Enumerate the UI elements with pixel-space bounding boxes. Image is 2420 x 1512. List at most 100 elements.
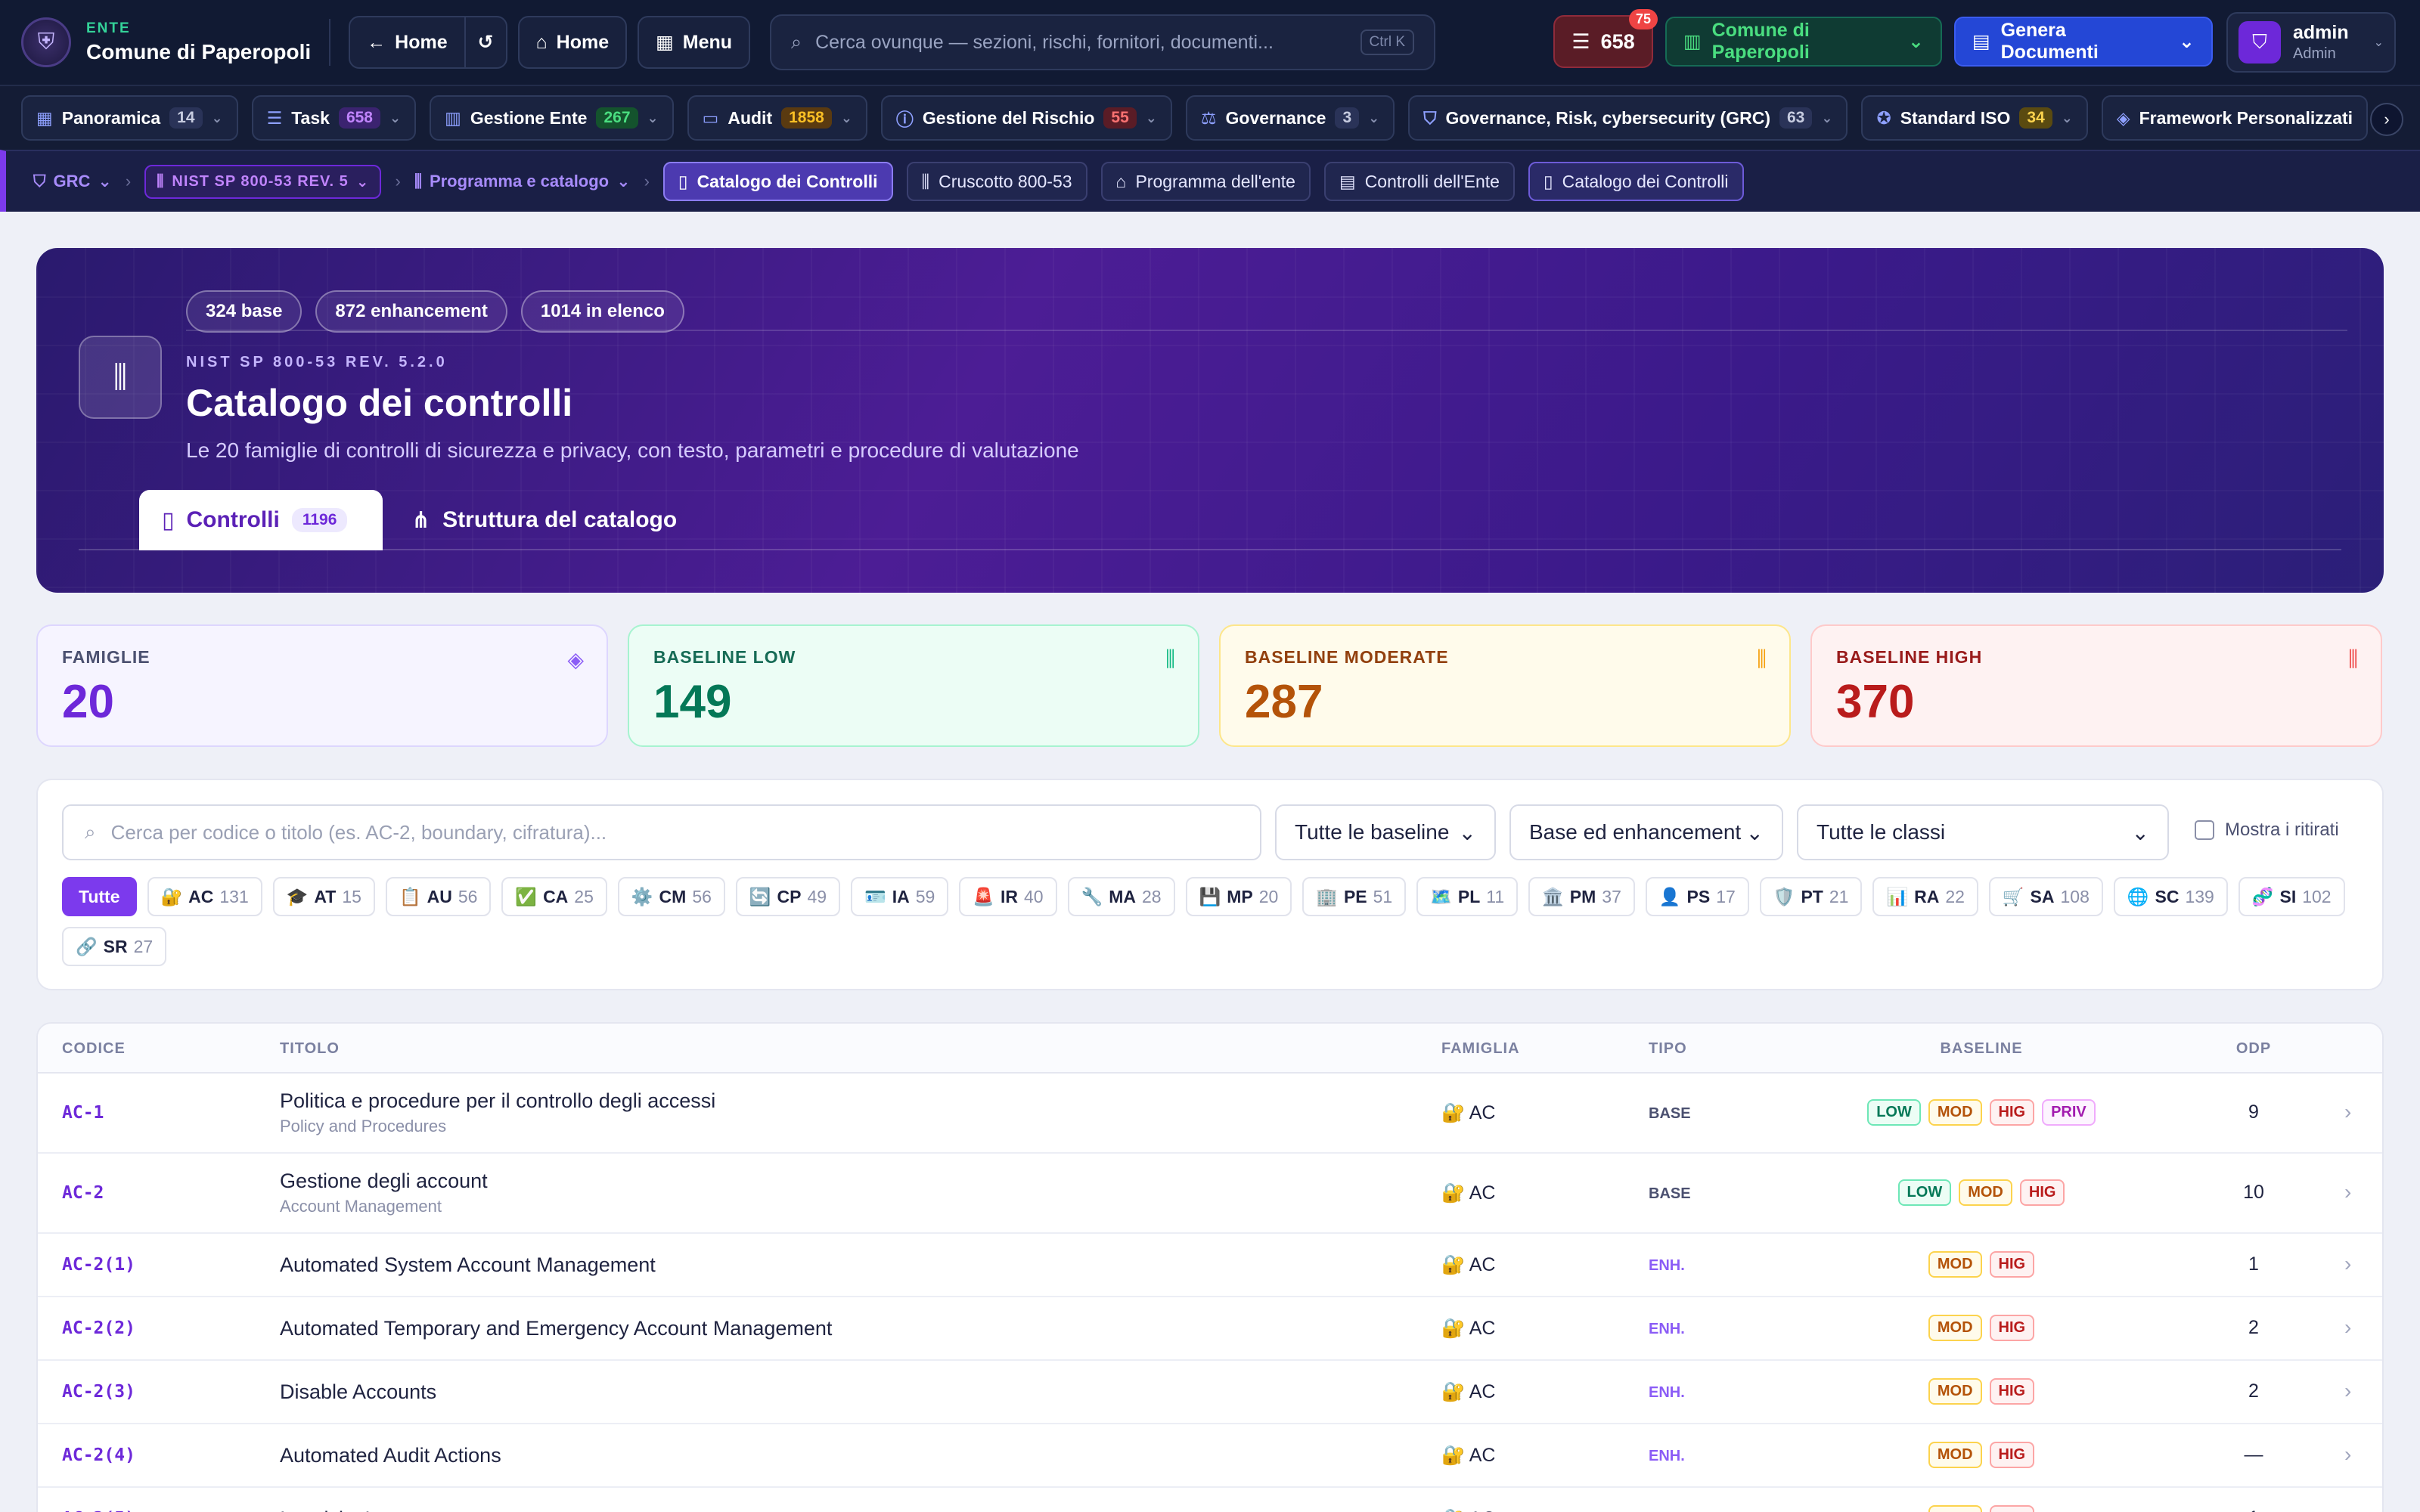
global-search-input[interactable]: ⌕ Cerca ovunque — sezioni, rischi, forni… [770,14,1436,70]
layers-icon: ◈ [567,648,584,671]
table-row[interactable]: AC-1 Politica e procedure per il controll… [38,1074,2382,1154]
home-icon: ⌂ [535,31,548,53]
family-filter[interactable]: 🏛️ PM 37 [1528,877,1635,916]
family-filter[interactable]: 🏢 PE 51 [1302,877,1407,916]
family-filter[interactable]: 🔗 SR 27 [62,927,167,966]
family-filter[interactable]: 🪪 IA 59 [851,877,949,916]
ente-selector[interactable]: ▥ Comune di Paperopoli ⌄ [1665,17,1942,67]
menu-label: Menu [682,31,733,53]
back-home-button[interactable]: ← Home [349,16,466,69]
family-filter[interactable]: 🚨 IR 40 [959,877,1057,916]
breadcrumb-current[interactable]: ▯ Catalogo dei Controlli [662,162,893,201]
home-button[interactable]: ⌂ Home [517,16,628,69]
module-tab[interactable]: ▭ Audit 1858 ⌄ [687,95,867,141]
header-title[interactable]: TITOLO [280,1040,340,1058]
module-tab[interactable]: ☰ Task 658 ⌄ [251,95,417,141]
module-tab[interactable]: ⛉ Governance, Risk, cybersecurity (GRC) 63… [1408,95,1848,141]
module-tab[interactable]: ▦ Panoramica 14 ⌄ [21,95,238,141]
family-filter-all[interactable]: Tutte [62,877,137,916]
library-icon: ⫼ [921,171,930,191]
library-icon: ⫼ [79,336,162,419]
tab-struttura[interactable]: ⋔ Struttura del catalogo [411,490,677,550]
table-row[interactable]: AC-2 Gestione degli account Account Manage… [38,1154,2382,1234]
chevron-down-icon: ⌄ [1368,110,1380,125]
family-filter[interactable]: 👤 PS 17 [1645,877,1749,916]
ente-logo[interactable]: ⛨ [21,17,71,67]
tasks-button[interactable]: ☰ 658 75 [1553,9,1658,68]
family-count: 17 [1716,886,1736,906]
family-filter[interactable]: 🧬 SI 102 [2238,877,2345,916]
family-filter[interactable]: 🔧 MA 28 [1067,877,1175,916]
table-row[interactable]: AC-2(3) Disable Accounts 🔐 AC ENH. MOD HIG 2 › [38,1361,2382,1424]
table-row[interactable]: AC-2(5)Inactivity Logout🔐 ACENH.MODHIG1› [38,1488,2382,1512]
checklist-icon: ☰ [266,107,283,128]
family-filter[interactable]: 🔐 AC 131 [147,877,262,916]
header-odp[interactable]: ODP [2216,1040,2291,1058]
family-filter[interactable]: ✅ CA 25 [501,877,607,916]
chevron-down-icon: ⌄ [1145,110,1157,125]
baseline-badge: MOD [1959,1179,2012,1206]
tipo-select[interactable]: Base ed enhancement ⌄ [1509,804,1783,860]
row-baselines: MOD HIG [1777,1315,2186,1341]
family-code: PM [1569,886,1596,906]
family-filters: Tutte 🔐 AC 131 🎓 AT 15 📋 AU 56 ✅ CA 25 ⚙️ CM 56 🔄 CP 49 🪪 I… [62,877,2358,966]
tab-programma[interactable]: ⌂ Programma dell'ente [1100,162,1311,201]
table-header: CODICE TITOLO FAMIGLIA TIPO BASELINE ODP [38,1024,2382,1074]
user-menu[interactable]: ⛉ admin Admin ⌄ [2226,12,2396,73]
family-filter[interactable]: 📊 RA 22 [1872,877,1978,916]
module-tab[interactable]: ⚖ Governance 3 ⌄ [1185,95,1395,141]
catalog-search-input[interactable]: ⌕ Cerca per codice o titolo (es. AC-2, b… [62,804,1261,860]
chevron-down-icon: ⌄ [2131,820,2149,844]
tab-cruscotto[interactable]: ⫼ Cruscotto 800-53 [906,162,1087,201]
module-tab[interactable]: ◈ Framework Personalizzati [2101,95,2369,141]
family-filter[interactable]: 🔄 CP 49 [735,877,841,916]
tab-controlli-ente[interactable]: ▤ Controlli dell'Ente [1323,162,1515,201]
family-count: 21 [1829,886,1849,906]
table-row[interactable]: AC-2(2) Automated Temporary and Emergency… [38,1297,2382,1361]
tab-catalogo[interactable]: ▯ Catalogo dei Controlli [1528,162,1744,201]
header-type[interactable]: TIPO [1649,1040,1687,1058]
family-code: MP [1227,886,1253,906]
breadcrumb-programma[interactable]: ⫼ Programma e catalogo ⌄ [414,172,631,191]
family-filter[interactable]: 🛒 SA 108 [1988,877,2103,916]
family-filter[interactable]: 💾 MP 20 [1185,877,1292,916]
tipo-select-value: Base ed enhancement [1529,820,1742,844]
layers-icon: ◈ [2116,107,2130,128]
family-filter[interactable]: 🌐 SC 139 [2113,877,2228,916]
family-emoji-icon: 🗺️ [1430,886,1452,906]
ritirati-checkbox[interactable]: Mostra i ritirati [2195,820,2339,841]
chip-enhancement: 872 enhancement [315,290,507,333]
classi-select[interactable]: Tutte le classi ⌄ [1797,804,2169,860]
checkbox-box[interactable] [2195,820,2214,840]
table-row[interactable]: AC-2(4) Automated Audit Actions 🔐 AC ENH. MO… [38,1424,2382,1488]
menu-button[interactable]: ▦ Menu [638,16,751,69]
breadcrumb-nist[interactable]: ⫼ NIST SP 800-53 REV. 5 ⌄ [144,164,382,199]
tab-controlli[interactable]: ▯ Controlli 1196 [139,490,383,550]
shield-icon: ⛉ [2238,21,2281,64]
row-title: Gestione degli account [280,1170,488,1192]
family-filter[interactable]: 🛡️ PT 21 [1759,877,1863,916]
stat-baseline-low: BASELINE LOW 149 ⫼ [628,624,1199,747]
page-title: Catalogo dei controlli [186,382,573,424]
history-button[interactable]: ↺ [464,16,507,69]
header-family[interactable]: FAMIGLIA [1441,1040,1520,1058]
library-icon: ⫼ [1757,647,1767,671]
module-tab[interactable]: ⓘ Gestione del Rischio 55 ⌄ [880,95,1172,141]
family-filter[interactable]: ⚙️ CM 56 [617,877,725,916]
family-filter[interactable]: 📋 AU 56 [385,877,492,916]
header-code[interactable]: CODICE [62,1040,126,1058]
family-filter[interactable]: 🗺️ PL 11 [1416,877,1519,916]
baseline-badge: HIG [1989,1251,2035,1278]
chevron-down-icon: ⌄ [2373,36,2384,49]
module-tab-label: Panoramica [61,107,161,128]
module-tab[interactable]: ✪ Standard ISO 34 ⌄ [1861,95,2088,141]
breadcrumb-grc[interactable]: ⛉ GRC ⌄ [33,172,112,191]
genera-documenti-button[interactable]: ▤ Genera Documenti ⌄ [1954,17,2213,67]
row-family: 🔐 AC [1441,1381,1496,1402]
table-row[interactable]: AC-2(1) Automated System Account Manageme… [38,1234,2382,1297]
header-baseline[interactable]: BASELINE [1777,1040,2186,1058]
family-filter[interactable]: 🎓 AT 15 [272,877,375,916]
baseline-select[interactable]: Tutte le baseline ⌄ [1275,804,1496,860]
chevron-right-icon[interactable]: › [2370,103,2403,136]
module-tab[interactable]: ▥ Gestione Ente 267 ⌄ [430,95,674,141]
